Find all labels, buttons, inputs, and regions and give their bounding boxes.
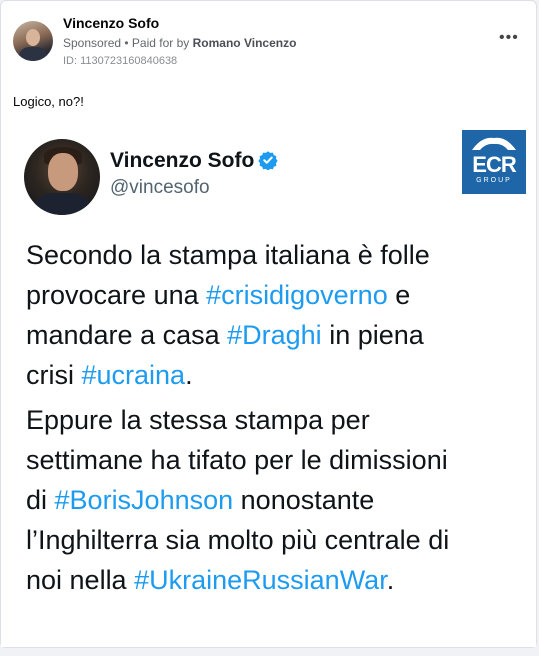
tweet-line: settimane ha tifato per le dimissioni bbox=[26, 445, 448, 475]
tweet-line: Eppure la stessa stampa per bbox=[26, 405, 370, 435]
tweet-text: nonostante bbox=[233, 485, 375, 515]
tweet-text: mandare a casa bbox=[26, 320, 228, 350]
hashtag-ucraina[interactable]: #ucraina bbox=[82, 360, 186, 390]
tweet-text: . bbox=[386, 565, 395, 595]
tweet-line: Secondo la stampa italiana è folle bbox=[26, 240, 430, 270]
payer-name: Romano Vincenzo bbox=[192, 36, 297, 50]
tweet-author-handle: @vincesofo bbox=[110, 177, 210, 198]
advertiser-name[interactable]: Vincenzo Sofo bbox=[63, 15, 159, 31]
ad-card: Vincenzo Sofo Sponsored • Paid for by Ro… bbox=[0, 0, 537, 648]
tweet-line: di #BorisJohnson nonostante bbox=[26, 480, 449, 520]
hashtag-crisidigoverno[interactable]: #crisidigoverno bbox=[206, 280, 388, 310]
tweet-text: crisi bbox=[26, 360, 82, 390]
tweet-paragraph-1: Secondo la stampa italiana è folle provo… bbox=[26, 235, 430, 395]
sponsored-label: Sponsored bbox=[63, 36, 122, 50]
paid-for-prefix: Paid for by bbox=[131, 36, 193, 50]
hashtag-borisjohnson[interactable]: #BorisJohnson bbox=[55, 485, 234, 515]
tweet-text: provocare una bbox=[26, 280, 207, 310]
tweet-text: noi nella bbox=[26, 565, 135, 595]
ecr-logo: ECR GROUP bbox=[462, 130, 526, 194]
tweet-text: in piena bbox=[321, 320, 424, 350]
ad-meta: Sponsored • Paid for by Romano Vincenzo bbox=[63, 36, 296, 50]
ad-id: ID: 1130723160840638 bbox=[63, 55, 178, 67]
ecr-logo-text: ECR bbox=[472, 152, 516, 177]
tweet-line: crisi #ucraina. bbox=[26, 355, 430, 395]
tweet-author-name-text: Vincenzo Sofo bbox=[110, 149, 255, 172]
tweet-text: di bbox=[26, 485, 55, 515]
tweet-line: noi nella #UkraineRussianWar. bbox=[26, 560, 449, 600]
ad-body-text: Logico, no?! bbox=[13, 94, 84, 109]
tweet-paragraph-2: Eppure la stessa stampa per settimane ha… bbox=[26, 400, 449, 600]
tweet-line: mandare a casa #Draghi in piena bbox=[26, 315, 430, 355]
tweet-text: . bbox=[185, 360, 193, 390]
tweet-line: provocare una #crisidigoverno e bbox=[26, 275, 430, 315]
tweet-author-avatar bbox=[24, 139, 100, 215]
more-options-icon[interactable]: ••• bbox=[499, 29, 519, 47]
verified-badge-icon bbox=[258, 151, 278, 170]
hashtag-draghi[interactable]: #Draghi bbox=[227, 320, 322, 350]
advertiser-avatar[interactable] bbox=[13, 21, 53, 61]
tweet-image: Vincenzo Sofo @vincesofo ECR GROUP Secon… bbox=[1, 119, 536, 647]
tweet-text: e bbox=[387, 280, 411, 310]
tweet-author-name: Vincenzo Sofo bbox=[110, 149, 278, 173]
tweet-line: l’Inghilterra sia molto più centrale di bbox=[26, 525, 450, 555]
meta-separator: • bbox=[121, 36, 132, 50]
hashtag-ukrainerussianwar[interactable]: #UkraineRussianWar bbox=[134, 565, 387, 595]
ecr-logo-subtext: GROUP bbox=[476, 177, 512, 184]
